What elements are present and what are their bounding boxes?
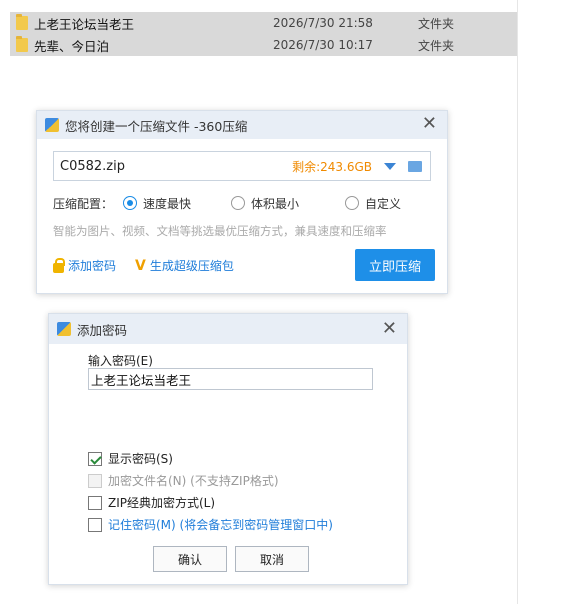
column-divider — [517, 0, 518, 604]
archive-path-value: C0582.zip — [60, 158, 125, 174]
show-password-label: 显示密码(S) — [108, 452, 173, 466]
file-name: 先辈、今日泊 — [34, 38, 110, 54]
file-row[interactable]: 先辈、今日泊 2026/7/30 10:17 文件夹 — [10, 34, 517, 56]
checkbox-checked-icon[interactable] — [88, 451, 102, 466]
browse-folder-icon[interactable] — [408, 161, 422, 172]
archive-path-input[interactable]: C0582.zip 剩余:243.6GB — [53, 151, 431, 181]
remember-password-label: 记住密码(M) (将会备忘到密码管理窗口中) — [108, 518, 333, 532]
config-label: 压缩配置： — [53, 196, 114, 211]
compress-dialog: 您将创建一个压缩文件 -360压缩 ✕ C0582.zip 剩余:243.6GB… — [36, 110, 448, 294]
lock-icon — [53, 257, 65, 273]
cancel-button[interactable]: 取消 — [235, 546, 309, 572]
file-type: 文件夹 — [418, 38, 455, 53]
encrypt-filename-option: 加密文件名(N) (不支持ZIP格式) — [88, 472, 279, 489]
show-password-option[interactable]: 显示密码(S) — [88, 450, 173, 467]
radio-icon[interactable] — [231, 196, 245, 210]
dialog-titlebar[interactable]: 添加密码 ✕ — [49, 314, 407, 344]
password-dialog: 添加密码 ✕ 输入密码(E) 上老王论坛当老王 显示密码(S) 加密文件名(N)… — [48, 313, 408, 585]
close-icon[interactable]: ✕ — [382, 320, 397, 338]
app-icon — [57, 322, 71, 336]
checkbox-icon[interactable] — [88, 495, 102, 510]
zip-classic-option[interactable]: ZIP经典加密方式(L) — [88, 494, 215, 511]
compress-now-button[interactable]: 立即压缩 — [355, 249, 435, 281]
dialog-title: 添加密码 — [77, 322, 128, 338]
ok-button[interactable]: 确认 — [153, 546, 227, 572]
folder-icon — [16, 14, 28, 30]
super-package-link[interactable]: V 生成超级压缩包 — [135, 257, 234, 274]
option-custom[interactable]: 自定义 — [345, 195, 401, 212]
option-label: 体积最小 — [251, 196, 300, 211]
checkbox-disabled-icon — [88, 473, 102, 488]
dialog-titlebar[interactable]: 您将创建一个压缩文件 -360压缩 ✕ — [37, 111, 447, 139]
file-type: 文件夹 — [418, 16, 455, 31]
option-fastest[interactable]: 速度最快 — [123, 195, 191, 212]
remember-password-option[interactable]: 记住密码(M) (将会备忘到密码管理窗口中) — [88, 516, 333, 533]
app-icon — [45, 118, 59, 132]
checkbox-icon[interactable] — [88, 517, 102, 532]
zip-classic-label: ZIP经典加密方式(L) — [108, 496, 216, 510]
close-icon[interactable]: ✕ — [422, 115, 437, 133]
radio-icon[interactable] — [345, 196, 359, 210]
option-smallest[interactable]: 体积最小 — [231, 195, 299, 212]
super-package-label: 生成超级压缩包 — [149, 259, 234, 273]
add-password-label: 添加密码 — [68, 259, 117, 273]
radio-icon[interactable] — [123, 196, 137, 210]
free-space: 剩余:243.6GB — [292, 159, 372, 174]
encrypt-filename-label: 加密文件名(N) (不支持ZIP格式) — [108, 474, 279, 488]
file-row[interactable]: 上老王论坛当老王 2026/7/30 21:58 文件夹 — [10, 12, 517, 34]
add-password-link[interactable]: 添加密码 — [53, 257, 116, 274]
file-list: 上老王论坛当老王 2026/7/30 21:58 文件夹 先辈、今日泊 2026… — [10, 12, 517, 56]
password-label: 输入密码(E) — [88, 354, 153, 368]
password-input[interactable]: 上老王论坛当老王 — [88, 368, 373, 390]
file-name: 上老王论坛当老王 — [34, 16, 135, 32]
option-label: 速度最快 — [143, 196, 192, 211]
file-date: 2026/7/30 21:58 — [273, 16, 373, 30]
compress-config: 压缩配置： 速度最快 体积最小 自定义 — [53, 193, 433, 213]
folder-icon — [16, 36, 28, 52]
option-label: 自定义 — [365, 196, 402, 211]
v-icon: V — [135, 257, 146, 274]
file-date: 2026/7/30 10:17 — [273, 38, 373, 52]
compress-hint: 智能为图片、视频、文档等挑选最优压缩方式，兼具速度和压缩率 — [53, 224, 387, 238]
dialog-title: 您将创建一个压缩文件 -360压缩 — [65, 118, 248, 134]
dropdown-arrow-icon[interactable] — [384, 163, 396, 170]
